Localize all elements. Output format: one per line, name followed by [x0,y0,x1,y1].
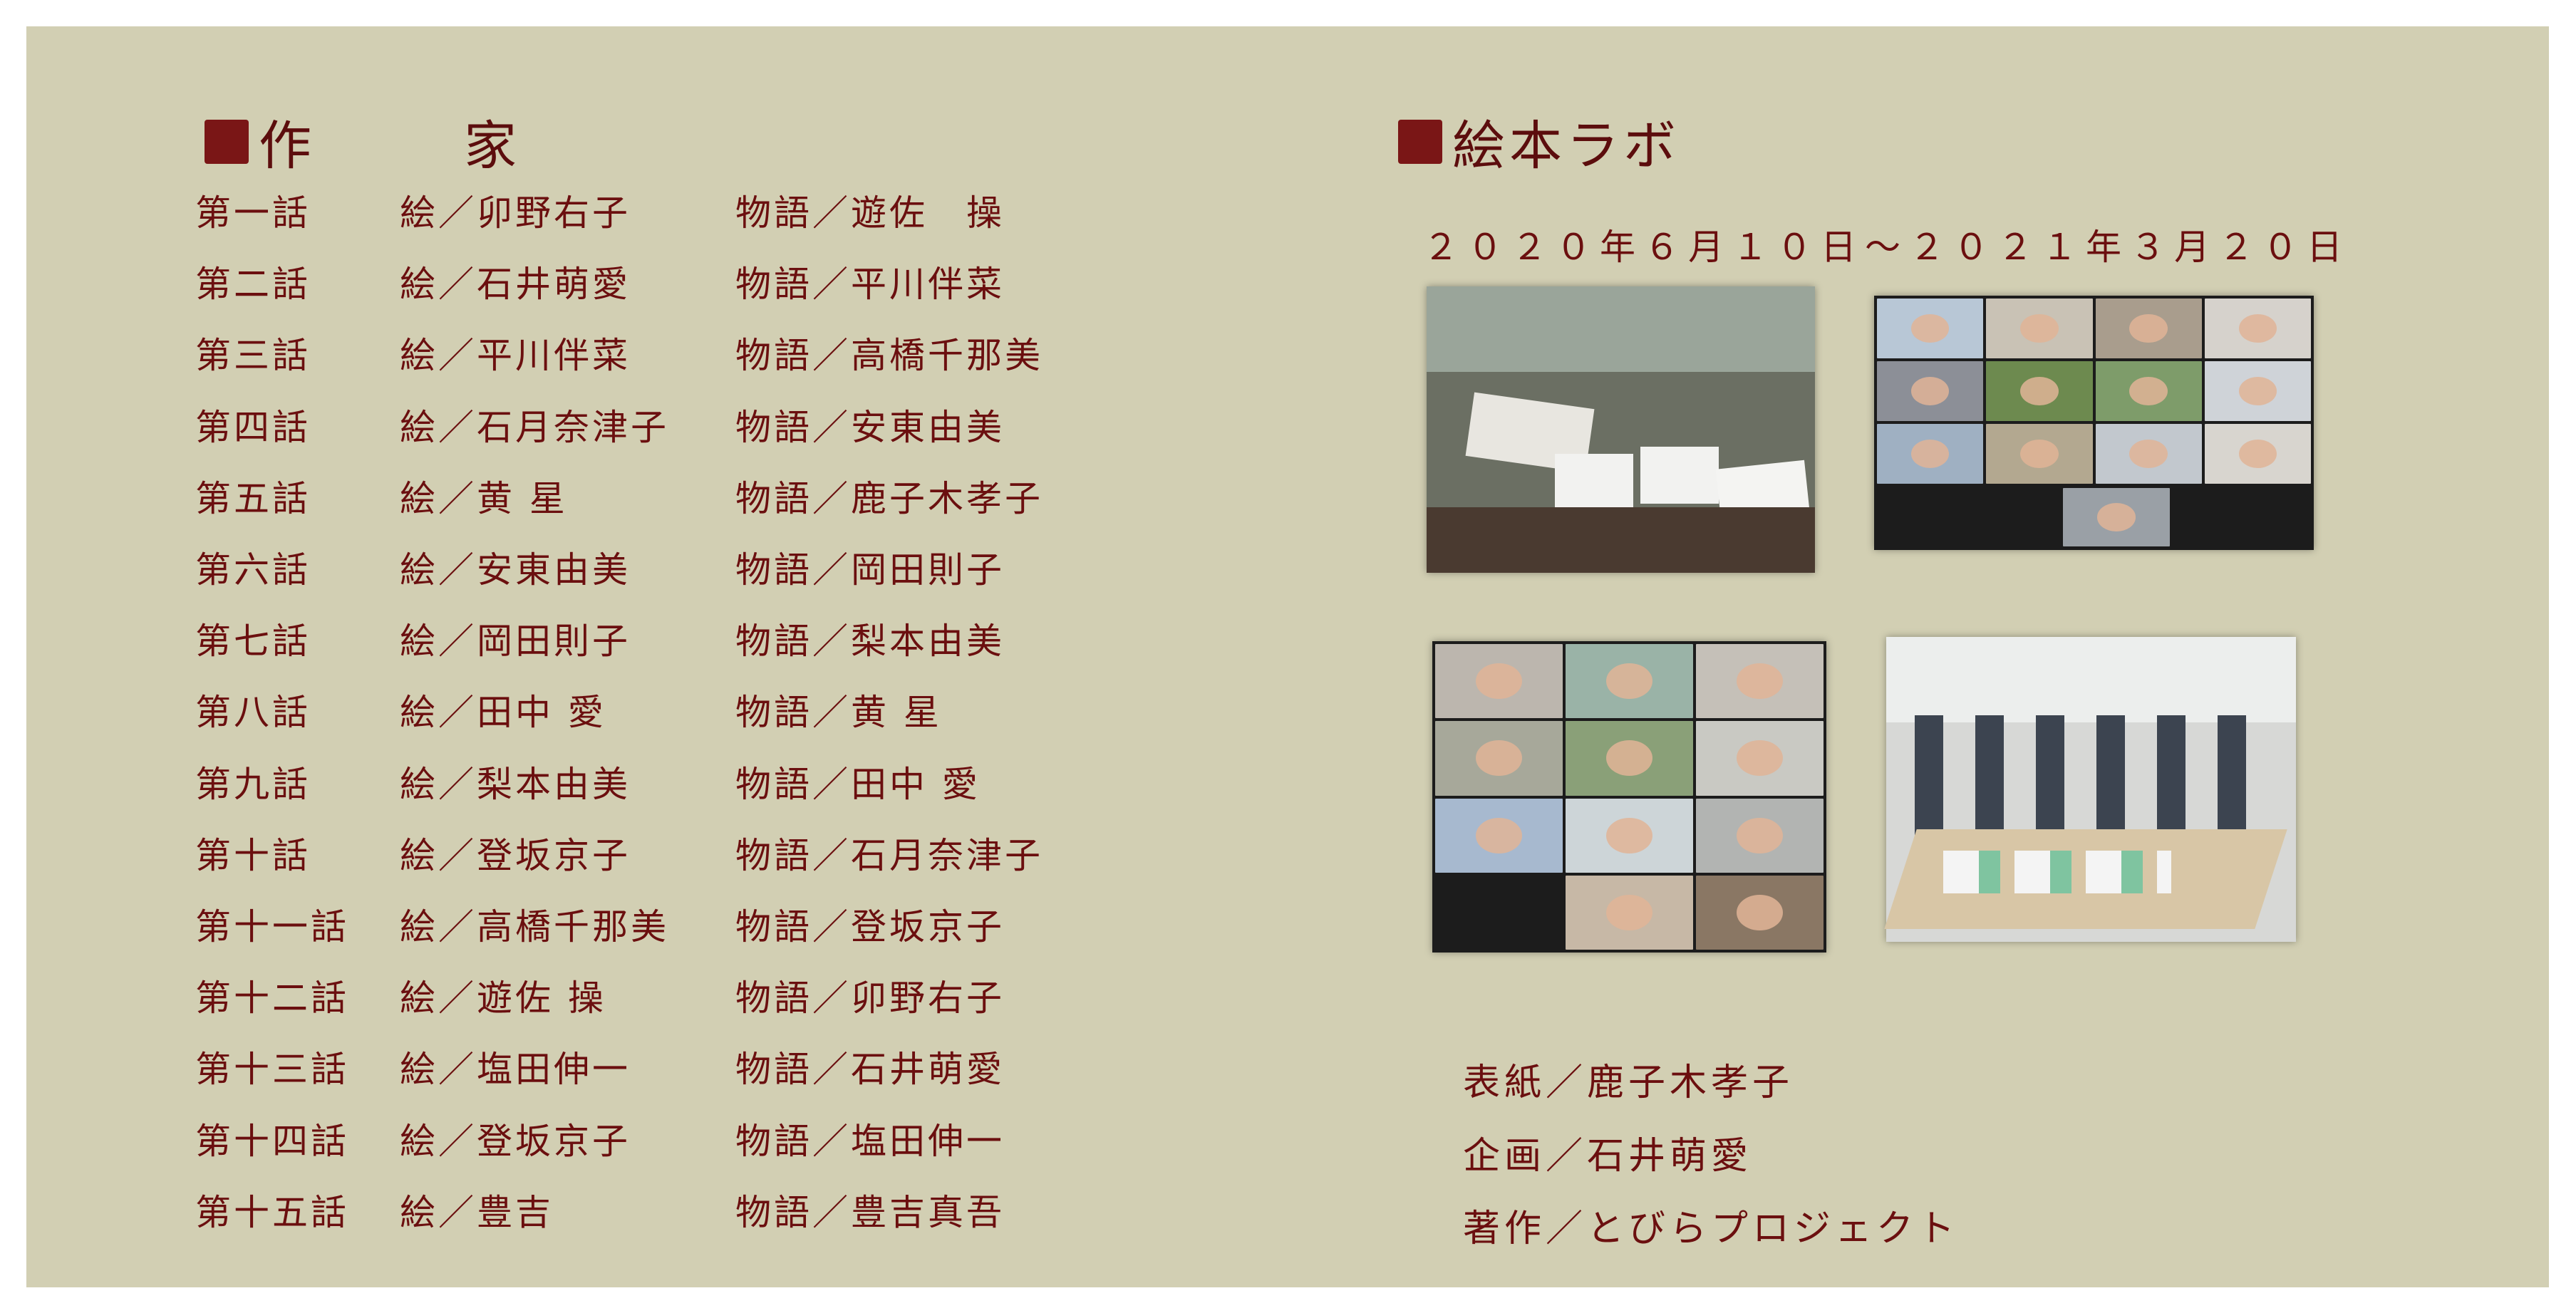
art-credit: 絵／遊佐 操 [400,977,606,1019]
art-credit: 絵／石月奈津子 [400,406,669,448]
photo-meeting-room [1884,637,2296,942]
square-bullet-icon [205,119,249,164]
story-credit: 物語／梨本由美 [735,621,1005,663]
story-credit: 物語／登坂京子 [735,906,1005,948]
credit-row: 第十五話 絵／豊吉 物語／豊吉真吾 [195,1178,1005,1242]
episode-label: 第四話 [195,406,311,448]
lab-heading: 絵本ラボ [1398,103,1680,180]
lab-heading-text: 絵本ラボ [1452,115,1680,177]
episode-label: 第十二話 [195,977,349,1019]
story-credit: 物語／平川伴菜 [735,264,1005,306]
episode-label: 第十一話 [195,906,349,948]
art-credit: 絵／卯野右子 [400,192,631,234]
episode-label: 第三話 [195,335,311,377]
story-credit: 物語／遊佐 操 [735,192,1005,234]
square-bullet-icon [1398,119,1442,164]
credit-row: 第七話 絵／岡田則子 物語／梨本由美 [195,606,1005,670]
credit-row: 第二話 絵／石井萌愛 物語／平川伴菜 [195,249,1005,313]
story-credit: 物語／卯野右子 [735,977,1005,1019]
cover-credit: 表紙／鹿子木孝子 [1463,1062,1794,1104]
episode-label: 第一話 [195,192,311,234]
episode-label: 第七話 [195,621,311,663]
art-credit: 絵／黄 星 [400,477,568,519]
episode-label: 第五話 [195,477,311,519]
credit-row: 第九話 絵／梨本由美 物語／田中 愛 [195,749,981,814]
credit-row: 第四話 絵／石月奈津子 物語／安東由美 [195,393,1005,457]
planning-credit: 企画／石井萌愛 [1463,1135,1753,1178]
episode-label: 第九話 [195,763,311,805]
credit-row: 第八話 絵／田中 愛 物語／黄 星 [195,678,942,742]
page-panel: 作 家 絵本ラボ 第一話 絵／卯野右子 物語／遊佐 操第二話 絵／石井萌愛 物語／平川伴… [26,26,2549,1287]
story-credit: 物語／塩田伸一 [735,1120,1005,1162]
episode-label: 第六話 [195,549,311,591]
art-credit: 絵／梨本由美 [400,763,631,805]
credit-row: 第十一話 絵／高橋千那美 物語／登坂京子 [195,892,1005,956]
art-credit: 絵／岡田則子 [400,621,631,663]
story-credit: 物語／鹿子木孝子 [735,477,1043,519]
story-credit: 物語／安東由美 [735,406,1005,448]
art-credit: 絵／高橋千那美 [400,906,669,948]
story-credit: 物語／高橋千那美 [735,335,1043,377]
art-credit: 絵／登坂京子 [400,834,631,876]
credit-row: 第十二話 絵／遊佐 操 物語／卯野右子 [195,963,1005,1027]
credit-row: 第一話 絵／卯野右子 物語／遊佐 操 [195,178,1005,242]
credit-row: 第六話 絵／安東由美 物語／岡田則子 [195,535,1005,599]
story-credit: 物語／田中 愛 [735,763,981,805]
art-credit: 絵／安東由美 [400,549,631,591]
credit-row: 第十三話 絵／塩田伸一 物語／石井萌愛 [195,1034,1005,1099]
episode-label: 第十三話 [195,1049,349,1091]
art-credit: 絵／石井萌愛 [400,264,631,306]
episode-label: 第八話 [195,692,311,734]
art-credit: 絵／平川伴菜 [400,335,631,377]
story-credit: 物語／石井萌愛 [735,1049,1005,1091]
credit-row: 第十話 絵／登坂京子 物語／石月奈津子 [195,821,1043,885]
art-credit: 絵／登坂京子 [400,1120,631,1162]
story-credit: 物語／岡田則子 [735,549,1005,591]
writers-heading-text: 作 家 [259,115,567,177]
episode-label: 第十四話 [195,1120,349,1162]
author-credit: 著作／とびらプロジェクト [1463,1208,1960,1250]
lab-dates: ２０２０年６月１０日～２０２１年３月２０日 [1423,227,2351,268]
writers-heading: 作 家 [205,103,567,180]
credit-row: 第十四話 絵／登坂京子 物語／塩田伸一 [195,1106,1005,1171]
art-credit: 絵／豊吉 [400,1191,554,1233]
credit-row: 第三話 絵／平川伴菜 物語／高橋千那美 [195,321,1043,385]
photo-video-call-1 [1874,296,2314,550]
episode-label: 第十五話 [195,1191,349,1233]
episode-label: 第十話 [195,834,311,876]
story-credit: 物語／黄 星 [735,692,942,734]
photo-video-call-2 [1432,641,1826,953]
art-credit: 絵／塩田伸一 [400,1049,631,1091]
story-credit: 物語／石月奈津子 [735,834,1043,876]
credit-row: 第五話 絵／黄 星 物語／鹿子木孝子 [195,464,1043,528]
art-credit: 絵／田中 愛 [400,692,606,734]
episode-label: 第二話 [195,264,311,306]
story-credit: 物語／豊吉真吾 [735,1191,1005,1233]
photo-classroom-group [1427,286,1815,573]
